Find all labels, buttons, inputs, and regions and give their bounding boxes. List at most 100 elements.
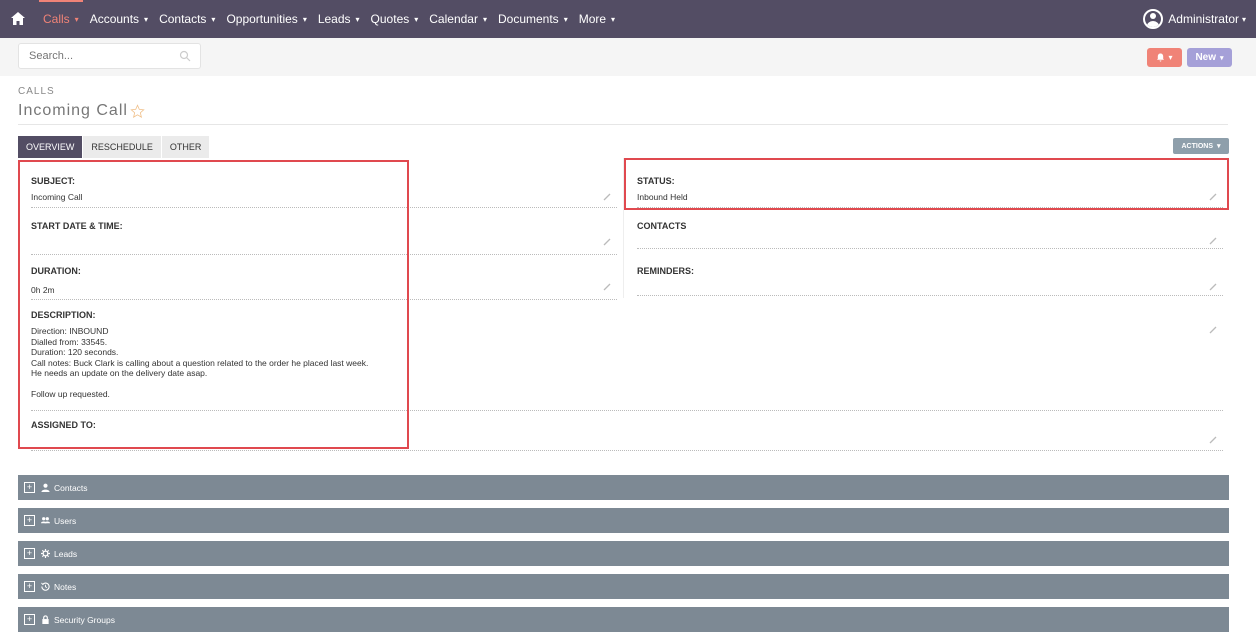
pencil-icon[interactable] (1209, 436, 1217, 444)
description-label: DESCRIPTION: (31, 310, 96, 320)
chevron-down-icon: ▾ (611, 14, 616, 24)
star-icon[interactable] (130, 103, 145, 119)
search-icon[interactable] (179, 50, 191, 62)
gear-icon (41, 549, 50, 558)
plus-icon[interactable]: + (24, 581, 35, 592)
start-date-label: START DATE & TIME: (31, 221, 123, 231)
nav-item-accounts[interactable]: Accounts ▾ (90, 12, 148, 26)
chevron-down-icon: ▾ (211, 14, 216, 24)
new-button[interactable]: New ▾ (1187, 48, 1232, 67)
users-icon (41, 517, 50, 524)
record-title: Incoming Call (18, 102, 128, 119)
divider (31, 299, 617, 300)
reminders-label: REMINDERS: (637, 266, 695, 276)
subpanel-notes[interactable]: + Notes (18, 574, 1229, 599)
subpanel-label: Contacts (54, 482, 88, 493)
nav-label: Contacts (159, 12, 207, 26)
assigned-to-label: ASSIGNED TO: (31, 420, 96, 430)
nav-item-quotes[interactable]: Quotes ▾ (371, 12, 419, 26)
divider (637, 295, 1223, 296)
chevron-down-icon: ▾ (302, 14, 307, 24)
nav-label: Documents (497, 12, 559, 26)
subpanel-security-groups[interactable]: + Security Groups (18, 607, 1229, 632)
plus-icon[interactable]: + (24, 482, 35, 493)
actions-label: ACTIONS (1181, 142, 1213, 150)
chevron-down-icon: ▾ (482, 14, 487, 24)
chevron-down-icon: ▾ (144, 14, 149, 24)
history-icon (41, 582, 50, 591)
nav-label: Accounts (89, 12, 140, 26)
pencil-icon[interactable] (603, 283, 611, 291)
user-menu[interactable]: Administrator ▾ (1143, 0, 1246, 38)
chevron-down-icon: ▾ (1168, 53, 1173, 62)
subpanel-label: Leads (54, 548, 78, 559)
field-contacts: CONTACTS (637, 221, 1223, 249)
subpanel-users[interactable]: + Users (18, 508, 1229, 533)
tab-reschedule[interactable]: RESCHEDULE (83, 136, 161, 158)
detail-tabs: OVERVIEW RESCHEDULE OTHER (18, 136, 210, 158)
contacts-label: CONTACTS (637, 221, 687, 231)
field-assigned-to: ASSIGNED TO: (31, 420, 1223, 451)
field-reminders: REMINDERS: (637, 266, 1223, 296)
subpanel-leads[interactable]: + Leads (18, 541, 1229, 566)
nav-item-opportunities[interactable]: Opportunities ▾ (226, 12, 306, 26)
nav-item-contacts[interactable]: Contacts ▾ (159, 12, 215, 26)
top-nav: Calls ▾ Accounts ▾ Contacts ▾ Opportunities… (0, 0, 1256, 38)
field-description: DESCRIPTION: Direction: INBOUND Dialled … (31, 310, 1223, 411)
divider (637, 248, 1223, 249)
subpanel-label: Notes (54, 581, 77, 592)
module-menu: Calls ▾ Accounts ▾ Contacts ▾ Opportunities… (39, 0, 626, 38)
chevron-down-icon: ▾ (1216, 143, 1221, 150)
column-divider (623, 158, 624, 298)
nav-label: Leads (317, 12, 351, 26)
chevron-down-icon: ▾ (355, 14, 360, 24)
field-status: STATUS: Inbound Held (637, 176, 1223, 208)
subpanel-contacts[interactable]: + Contacts (18, 475, 1229, 500)
divider (31, 207, 617, 208)
nav-item-leads[interactable]: Leads ▾ (318, 12, 360, 26)
plus-icon[interactable]: + (24, 515, 35, 526)
actions-button[interactable]: ACTIONS ▾ (1173, 138, 1229, 154)
search-box (18, 43, 201, 69)
pencil-icon[interactable] (603, 193, 611, 201)
module-label: CALLS (18, 86, 55, 97)
search-input[interactable] (27, 49, 177, 63)
pencil-icon[interactable] (1209, 326, 1217, 334)
pencil-icon[interactable] (603, 238, 611, 246)
pencil-icon[interactable] (1209, 193, 1217, 201)
tab-overview[interactable]: OVERVIEW (18, 136, 83, 158)
duration-value: 0h 2m (31, 285, 55, 295)
field-start-date: START DATE & TIME: (31, 221, 617, 255)
nav-label: Opportunities (226, 12, 298, 26)
divider (18, 124, 1228, 125)
nav-item-calls[interactable]: Calls ▾ (39, 0, 83, 26)
nav-item-calendar[interactable]: Calendar ▾ (429, 12, 487, 26)
new-button-label: New (1195, 52, 1217, 63)
description-value: Direction: INBOUND Dialled from: 33545. … (31, 326, 369, 399)
pencil-icon[interactable] (1209, 283, 1217, 291)
plus-icon[interactable]: + (24, 548, 35, 559)
chevron-down-icon: ▾ (1220, 54, 1224, 62)
page-title: Incoming Call (18, 102, 145, 120)
nav-item-documents[interactable]: Documents ▾ (498, 12, 568, 26)
user-avatar-icon (1143, 9, 1164, 29)
status-label: STATUS: (637, 176, 675, 186)
lock-icon (42, 615, 49, 624)
nav-item-more[interactable]: More ▾ (579, 12, 615, 26)
user-name: Administrator (1168, 12, 1239, 26)
nav-label: More (578, 12, 607, 26)
field-subject: SUBJECT: Incoming Call (31, 176, 617, 208)
chevron-down-icon: ▾ (1241, 14, 1246, 24)
bell-icon (1157, 53, 1165, 62)
divider (31, 450, 1223, 451)
plus-icon[interactable]: + (24, 614, 35, 625)
tab-other[interactable]: OTHER (161, 136, 210, 158)
chevron-down-icon: ▾ (563, 14, 568, 24)
field-duration: DURATION: 0h 2m (31, 266, 617, 300)
subpanel-label: Security Groups (54, 614, 115, 625)
pencil-icon[interactable] (1209, 237, 1217, 245)
status-value: Inbound Held (637, 192, 688, 202)
home-icon[interactable] (11, 12, 25, 25)
chevron-down-icon: ▾ (74, 14, 79, 24)
notifications-button[interactable]: ▾ (1147, 48, 1182, 67)
